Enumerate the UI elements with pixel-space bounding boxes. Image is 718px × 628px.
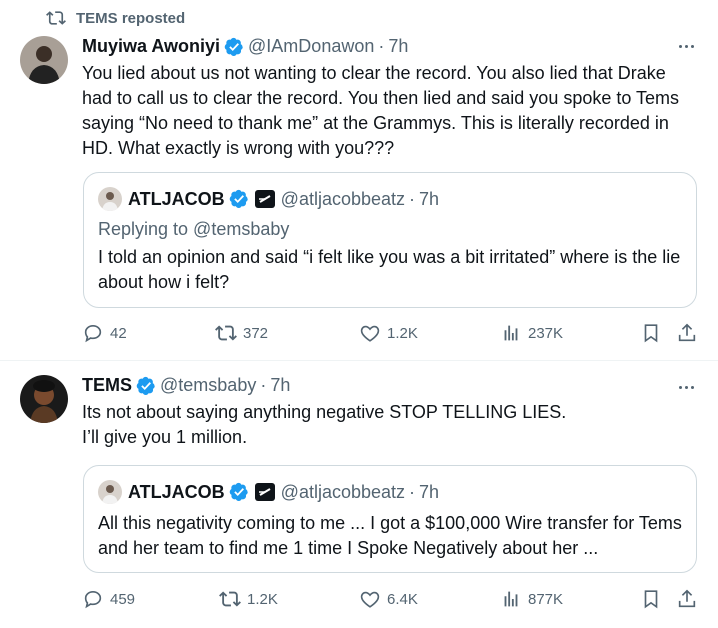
- share-button[interactable]: [676, 588, 698, 610]
- quote-timestamp: 7h: [419, 481, 440, 502]
- bookmark-button[interactable]: [640, 588, 662, 610]
- author-handle[interactable]: @temsbaby: [160, 375, 256, 396]
- share-icon: [678, 589, 696, 608]
- views-button[interactable]: 877K: [500, 588, 563, 610]
- verified-badge-icon: [229, 189, 248, 208]
- share-icon: [678, 323, 696, 342]
- share-button[interactable]: [676, 322, 698, 344]
- verified-badge-icon: [136, 376, 155, 395]
- quote-text: I told an opinion and said “i felt like …: [98, 247, 681, 292]
- reply-button[interactable]: 42: [82, 322, 127, 344]
- separator-dot: ·: [409, 188, 416, 209]
- retweet-icon: [219, 591, 241, 607]
- timestamp[interactable]: 7h: [270, 375, 290, 396]
- repost-indicator: TEMS reposted: [46, 8, 185, 28]
- tweet-text: You lied about us not wanting to clear t…: [82, 63, 680, 158]
- avatar[interactable]: [20, 36, 68, 84]
- tweet-text: Its not about saying anything negative S…: [82, 402, 567, 447]
- views-count: 237K: [528, 324, 564, 342]
- like-button[interactable]: 6.4K: [359, 588, 418, 610]
- quote-timestamp: 7h: [419, 188, 440, 209]
- repost-button[interactable]: 372: [215, 322, 268, 344]
- tweet-header: Muyiwa Awoniyi @IAmDonawon · 7h: [82, 36, 408, 57]
- repost-button[interactable]: 1.2K: [219, 588, 278, 610]
- replying-to: Replying to @temsbaby: [98, 219, 290, 239]
- like-icon: [360, 325, 380, 342]
- views-button[interactable]: 237K: [500, 322, 563, 344]
- like-count: 6.4K: [387, 590, 418, 608]
- bookmark-icon: [644, 324, 658, 343]
- quoted-tweet[interactable]: ATLJACOB @atljacobbeatz · 7h Replying to…: [83, 172, 697, 308]
- repost-count: 372: [243, 324, 269, 342]
- quote-avatar: [98, 480, 122, 504]
- separator-dot: ·: [378, 36, 385, 56]
- verified-badge-icon: [229, 482, 248, 501]
- quote-author-name: ATLJACOB: [128, 188, 225, 209]
- quote-text: All this negativity coming to me ... I g…: [98, 513, 682, 558]
- reply-button[interactable]: 459: [82, 588, 135, 610]
- tweet[interactable]: TEMS @temsbaby · 7h Its not about saying…: [0, 361, 718, 628]
- quote-author-handle: @atljacobbeatz: [280, 188, 406, 209]
- views-count: 877K: [528, 590, 564, 608]
- affiliate-badge-icon: [254, 483, 275, 501]
- action-bar: 459 1.2K 6.4K 877K: [82, 588, 702, 612]
- quote-avatar: [98, 187, 122, 211]
- quote-header: ATLJACOB @atljacobbeatz · 7h: [98, 187, 439, 211]
- reply-count: 459: [110, 590, 136, 608]
- like-icon: [360, 591, 380, 608]
- separator-dot: ·: [409, 481, 416, 502]
- author-name[interactable]: Muyiwa Awoniyi: [82, 36, 220, 57]
- quote-header: ATLJACOB @atljacobbeatz · 7h: [98, 480, 439, 504]
- tweet[interactable]: TEMS reposted Muyiwa Awoniyi @IAmDonawon…: [0, 0, 718, 361]
- retweet-icon: [215, 325, 237, 341]
- author-handle[interactable]: @IAmDonawon: [248, 36, 374, 57]
- tweet-header: TEMS @temsbaby · 7h: [82, 375, 290, 396]
- action-bar: 42 372 1.2K 237K: [82, 322, 702, 346]
- reply-icon: [84, 591, 102, 609]
- like-button[interactable]: 1.2K: [359, 322, 418, 344]
- more-icon[interactable]: [674, 34, 698, 58]
- verified-badge-icon: [224, 37, 243, 56]
- bookmark-icon: [644, 590, 658, 609]
- repost-count: 1.2K: [247, 590, 278, 608]
- more-icon[interactable]: [674, 375, 698, 399]
- reply-icon: [84, 325, 102, 343]
- repost-icon: [46, 11, 66, 25]
- bookmark-button[interactable]: [640, 322, 662, 344]
- author-name[interactable]: TEMS: [82, 375, 132, 396]
- timestamp[interactable]: 7h: [388, 36, 408, 57]
- quote-author-handle: @atljacobbeatz: [280, 481, 406, 502]
- reply-count: 42: [110, 324, 127, 342]
- separator-dot: ·: [260, 375, 267, 395]
- views-icon: [504, 325, 518, 341]
- quoted-tweet[interactable]: ATLJACOB @atljacobbeatz · 7h All this ne…: [83, 465, 697, 573]
- affiliate-badge-icon: [254, 190, 275, 208]
- quote-author-name: ATLJACOB: [128, 481, 225, 502]
- like-count: 1.2K: [387, 324, 418, 342]
- repost-label[interactable]: TEMS reposted: [76, 10, 185, 27]
- views-icon: [504, 591, 518, 607]
- avatar[interactable]: [20, 375, 68, 423]
- timeline: TEMS reposted Muyiwa Awoniyi @IAmDonawon…: [0, 0, 718, 628]
